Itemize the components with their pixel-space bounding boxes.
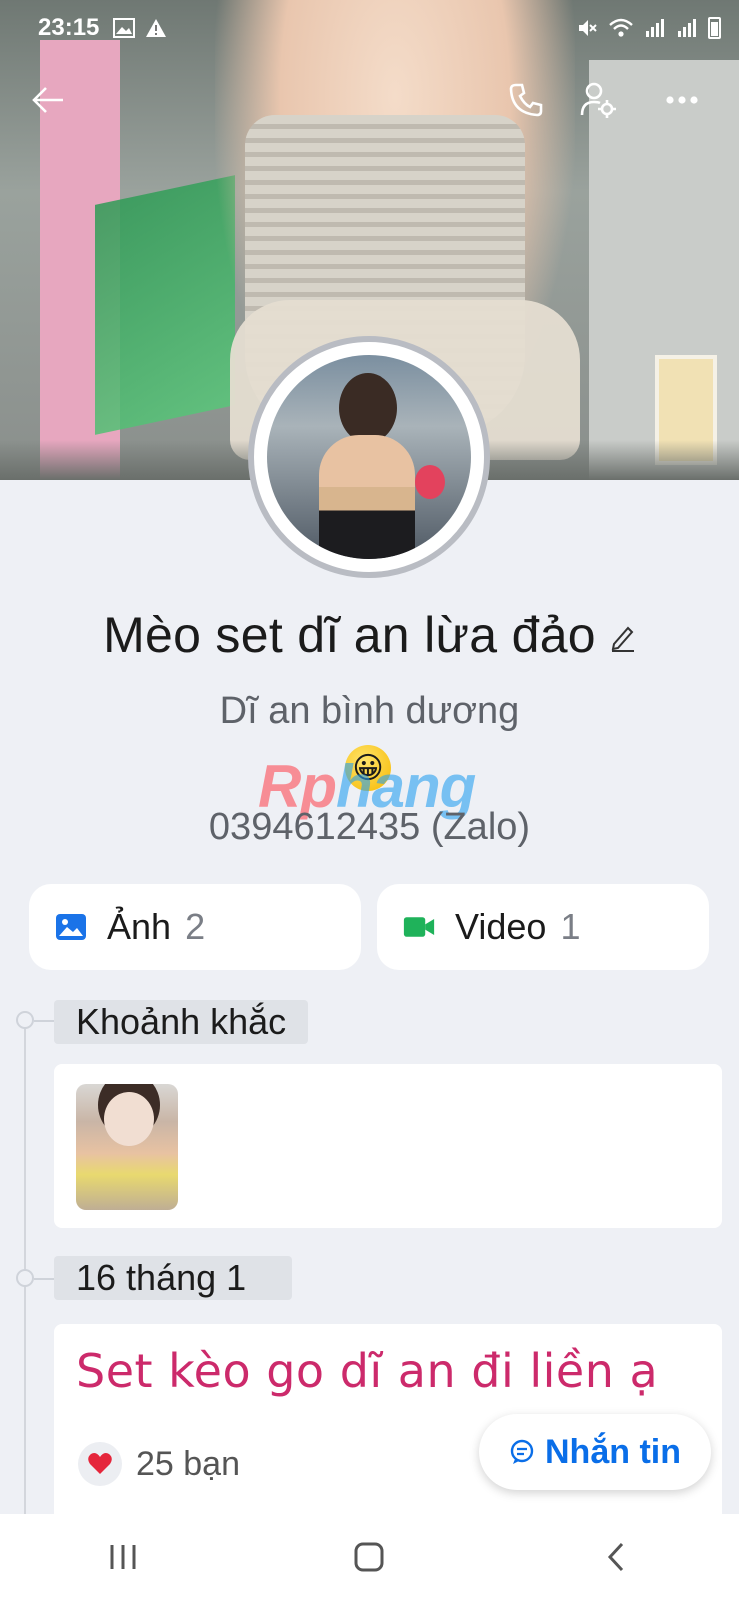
profile-bio-phone: 0394612435 (Zalo) xyxy=(208,806,531,848)
status-notification-icons xyxy=(113,18,167,38)
timeline-connector xyxy=(34,1020,54,1022)
moment-thumbnail[interactable] xyxy=(76,1084,178,1210)
status-system-icons xyxy=(576,17,721,39)
wifi-icon xyxy=(609,18,633,37)
more-button[interactable] xyxy=(652,68,712,132)
gallery-notification-icon xyxy=(113,18,136,38)
videos-count: 1 xyxy=(560,906,581,947)
videos-label: Video xyxy=(455,906,547,947)
avatar xyxy=(267,355,471,559)
profile-name-row: Mèo set dĩ an lừa đảo xyxy=(0,606,739,664)
video-camera-icon xyxy=(403,911,435,943)
pencil-icon xyxy=(611,626,634,652)
chat-bubble-icon xyxy=(509,1439,535,1465)
timeline-dot xyxy=(16,1269,34,1287)
battery-icon xyxy=(708,17,721,39)
signal-icon-2 xyxy=(678,19,696,37)
chevron-left-icon xyxy=(607,1542,623,1572)
reaction-count: 25 bạn xyxy=(136,1444,240,1483)
videos-tile[interactable]: Video 1 xyxy=(377,884,709,970)
edit-name-button[interactable] xyxy=(610,624,636,657)
image-icon xyxy=(55,911,87,943)
photos-count: 2 xyxy=(185,906,206,947)
message-button[interactable]: Nhắn tin xyxy=(479,1414,711,1490)
moments-card xyxy=(54,1064,722,1228)
call-button[interactable] xyxy=(496,68,556,132)
profile-name: Mèo set dĩ an lừa đảo xyxy=(103,607,596,663)
moments-label: Khoảnh khắc xyxy=(54,1000,309,1044)
warning-icon xyxy=(146,19,167,37)
status-time: 23:15 xyxy=(38,14,100,41)
recent-apps-button[interactable] xyxy=(78,1522,168,1592)
signal-icon-1 xyxy=(646,19,664,37)
timeline-line xyxy=(24,1020,26,1600)
recent-apps-icon xyxy=(110,1545,136,1569)
home-icon xyxy=(354,1542,384,1572)
message-button-label: Nhắn tin xyxy=(545,1432,681,1471)
avatar-ring[interactable] xyxy=(248,336,490,578)
photos-label: Ảnh xyxy=(107,906,172,947)
profile-settings-button[interactable] xyxy=(568,68,628,132)
reaction-summary[interactable]: 25 bạn xyxy=(78,1442,240,1486)
timeline-dot xyxy=(16,1011,34,1029)
timeline-connector xyxy=(34,1278,54,1280)
status-bar: 23:15 xyxy=(0,0,739,56)
post-text: Set kèo go dĩ an đi liền ạ xyxy=(76,1344,659,1398)
mute-icon xyxy=(579,20,597,36)
top-nav xyxy=(0,68,739,132)
system-back-button[interactable] xyxy=(571,1522,661,1592)
heart-icon xyxy=(78,1442,122,1486)
date-label: 16 tháng 1 xyxy=(54,1256,292,1300)
phone-icon xyxy=(509,83,543,117)
person-settings-icon xyxy=(580,82,616,118)
system-nav-bar xyxy=(0,1514,739,1600)
more-dots-icon xyxy=(666,96,698,104)
back-arrow-icon xyxy=(32,87,63,113)
profile-bio-location: Dĩ an bình dương xyxy=(219,690,520,732)
home-button[interactable] xyxy=(324,1522,414,1592)
photos-tile[interactable]: Ảnh 2 xyxy=(29,884,361,970)
back-button[interactable] xyxy=(18,68,78,132)
